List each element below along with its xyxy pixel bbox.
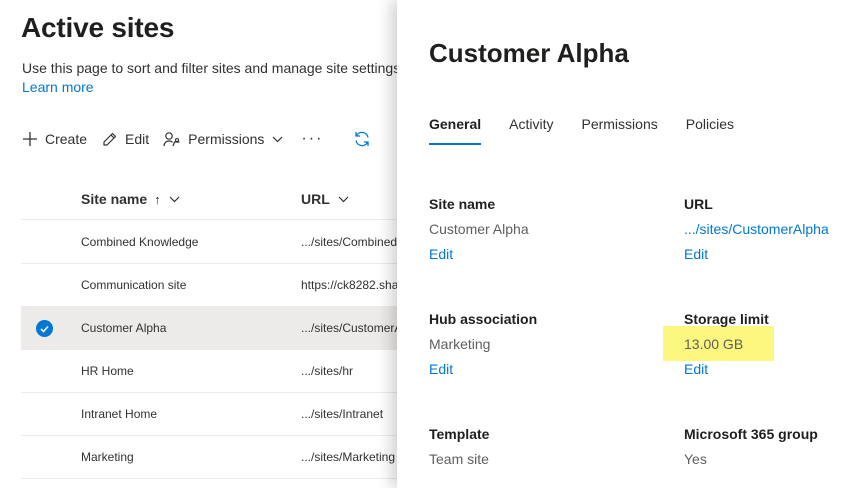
edit-url-link[interactable]: Edit	[684, 246, 708, 262]
field-value: Customer Alpha	[429, 221, 529, 237]
pencil-icon	[103, 132, 117, 146]
plus-icon	[23, 132, 37, 146]
table-row[interactable]: Intranet Home .../sites/Intranet	[21, 393, 400, 436]
site-name-cell: Combined Knowledge	[81, 235, 199, 249]
checkmark-circle-icon[interactable]	[36, 320, 53, 337]
field-label: Microsoft 365 group	[684, 426, 818, 442]
create-label: Create	[45, 131, 88, 147]
active-sites-page: Active sites Use this page to sort and f…	[0, 0, 400, 488]
people-permissions-icon	[163, 131, 180, 146]
column-label-url: URL	[301, 191, 330, 207]
page-description: Use this page to sort and filter sites a…	[22, 60, 400, 76]
column-header-url[interactable]: URL	[301, 191, 349, 207]
edit-storage-limit-link[interactable]: Edit	[684, 361, 708, 377]
site-url-cell: .../sites/Marketing	[301, 450, 396, 464]
table-row-selected[interactable]: Customer Alpha .../sites/CustomerAlpha	[21, 307, 400, 350]
site-url-cell: .../sites/Intranet	[301, 407, 384, 421]
edit-button[interactable]: Edit	[101, 131, 149, 148]
refresh-button[interactable]	[353, 130, 371, 148]
chevron-down-icon	[272, 136, 283, 142]
table-row[interactable]: Marketing .../sites/Marketing	[21, 436, 400, 479]
field-value: Yes	[684, 451, 707, 467]
field-label: Hub association	[429, 311, 538, 327]
permissions-label: Permissions	[188, 131, 265, 147]
field-value: Team site	[429, 451, 489, 467]
page-title: Active sites	[21, 12, 175, 43]
tab-activity[interactable]: Activity	[509, 116, 553, 146]
sort-ascending-icon: ↑	[154, 191, 161, 207]
refresh-icon	[355, 131, 370, 147]
site-url-cell: .../sites/CombinedKnowledge	[301, 235, 400, 249]
tab-policies[interactable]: Policies	[686, 116, 734, 146]
sites-list: Combined Knowledge .../sites/CombinedKno…	[21, 221, 400, 479]
column-label-site-name: Site name	[81, 191, 148, 207]
tab-general[interactable]: General	[429, 116, 482, 146]
chevron-down-icon	[338, 196, 349, 202]
tab-permissions[interactable]: Permissions	[581, 116, 657, 146]
field-label: Template	[429, 426, 490, 442]
field-label: Storage limit	[684, 311, 769, 327]
field-label: Site name	[429, 196, 496, 212]
site-details-panel: Customer Alpha General Activity Permissi…	[397, 0, 857, 488]
site-url-cell: .../sites/CustomerAlpha	[301, 321, 400, 335]
edit-hub-association-link[interactable]: Edit	[429, 361, 453, 377]
field-label: URL	[684, 196, 713, 212]
field-value: Marketing	[429, 336, 491, 352]
panel-tabs: General Activity Permissions Policies	[429, 116, 762, 146]
command-bar: Create Edit Permissions ···	[22, 127, 371, 151]
site-url-cell: .../sites/hr	[301, 364, 354, 378]
more-options-button[interactable]: ···	[301, 130, 323, 148]
permissions-button[interactable]: Permissions	[163, 131, 283, 148]
chevron-down-icon	[169, 196, 180, 202]
field-hub-association: Hub association Marketing Edit	[429, 311, 629, 379]
field-value: 13.00 GB	[684, 336, 744, 352]
column-header-site-name[interactable]: Site name ↑	[81, 191, 180, 207]
field-storage-limit: Storage limit 13.00 GB Edit	[684, 311, 857, 379]
field-url: URL .../sites/CustomerAlpha Edit	[684, 196, 857, 264]
site-name-cell: HR Home	[81, 364, 134, 378]
table-row[interactable]: Communication site https://ck8282.sharep…	[21, 264, 400, 307]
table-row[interactable]: Combined Knowledge .../sites/CombinedKno…	[21, 221, 400, 264]
site-url-link[interactable]: .../sites/CustomerAlpha	[684, 221, 857, 240]
panel-title: Customer Alpha	[429, 38, 629, 68]
learn-more-link[interactable]: Learn more	[22, 79, 94, 95]
field-site-name: Site name Customer Alpha Edit	[429, 196, 629, 264]
site-name-cell: Intranet Home	[81, 407, 158, 421]
site-name-cell: Marketing	[81, 450, 134, 464]
site-name-cell: Communication site	[81, 278, 187, 292]
edit-site-name-link[interactable]: Edit	[429, 246, 453, 262]
list-header: Site name ↑ URL	[21, 180, 400, 220]
site-name-cell: Customer Alpha	[81, 321, 167, 335]
table-row[interactable]: HR Home .../sites/hr	[21, 350, 400, 393]
field-template: Template Team site	[429, 426, 629, 470]
edit-label: Edit	[125, 131, 150, 147]
field-microsoft-365-group: Microsoft 365 group Yes	[684, 426, 857, 470]
site-url-cell: https://ck8282.sharepoint.com	[301, 278, 400, 292]
create-button[interactable]: Create	[22, 131, 87, 147]
